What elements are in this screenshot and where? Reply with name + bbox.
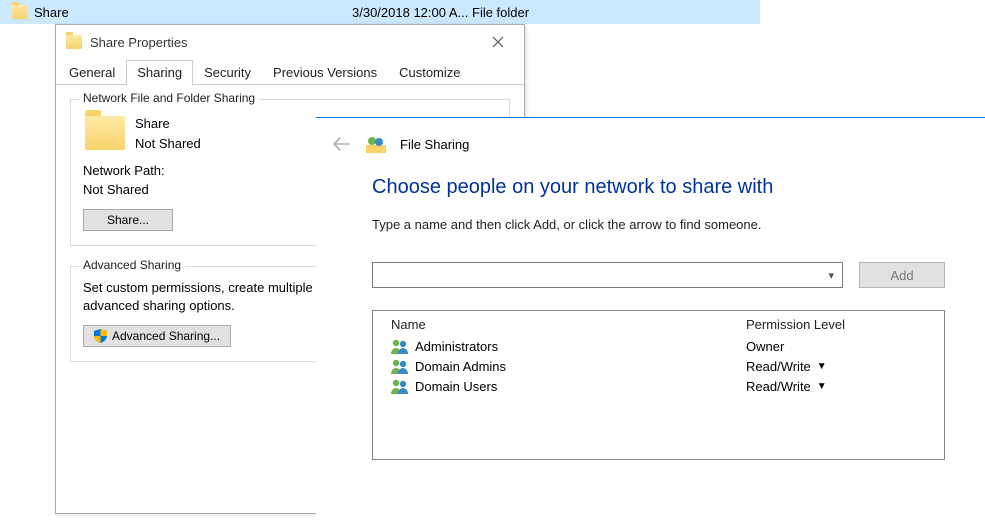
back-button[interactable] [330, 133, 352, 155]
list-header: Name Permission Level [373, 311, 944, 336]
explorer-item-name: Share [34, 5, 69, 20]
explorer-item-type: File folder [472, 5, 529, 20]
permission-level[interactable]: Read/Write ▼ [746, 359, 926, 374]
add-button[interactable]: Add [859, 262, 945, 288]
users-icon [391, 358, 409, 374]
advanced-sharing-button-label: Advanced Sharing... [112, 329, 220, 343]
share-button[interactable]: Share... [83, 209, 173, 231]
list-item[interactable]: Domain Users Read/Write ▼ [373, 376, 944, 396]
wizard-header: File Sharing [316, 118, 985, 170]
group-title: Advanced Sharing [79, 258, 185, 272]
close-button[interactable] [480, 30, 516, 54]
folder-icon [85, 116, 125, 150]
people-combobox[interactable]: ▾ [372, 262, 843, 288]
chevron-down-icon[interactable]: ▼ [817, 381, 827, 392]
list-item[interactable]: Domain Admins Read/Write ▼ [373, 356, 944, 376]
tab-previous-versions[interactable]: Previous Versions [262, 60, 388, 86]
users-icon [391, 338, 409, 354]
tabs: General Sharing Security Previous Versio… [56, 59, 524, 85]
wizard-heading: Choose people on your network to share w… [372, 176, 945, 199]
explorer-item-date: 3/30/2018 12:00 A... [352, 5, 472, 20]
explorer-row[interactable]: Share 3/30/2018 12:00 A... File folder [0, 0, 760, 24]
chevron-down-icon[interactable]: ▼ [817, 361, 827, 372]
users-icon [391, 378, 409, 394]
folder-icon [12, 5, 28, 19]
share-item-status: Not Shared [135, 134, 201, 154]
dialog-title: Share Properties [90, 35, 188, 50]
group-title: Network File and Folder Sharing [79, 91, 259, 105]
tab-customize[interactable]: Customize [388, 60, 471, 86]
chevron-down-icon[interactable]: ▾ [826, 269, 836, 282]
people-list: Name Permission Level Administrators Owne… [372, 310, 945, 460]
tab-general[interactable]: General [58, 60, 126, 86]
share-item-name: Share [135, 114, 201, 134]
folder-icon [66, 35, 82, 49]
column-permission[interactable]: Permission Level [746, 317, 926, 332]
principal-name: Domain Users [415, 379, 497, 394]
advanced-sharing-button[interactable]: Advanced Sharing... [83, 325, 231, 347]
tab-security[interactable]: Security [193, 60, 262, 86]
file-sharing-wizard: File Sharing Choose people on your netwo… [316, 117, 985, 526]
permission-level[interactable]: Read/Write ▼ [746, 379, 926, 394]
tab-sharing[interactable]: Sharing [126, 60, 193, 86]
list-item[interactable]: Administrators Owner [373, 336, 944, 356]
wizard-subheading: Type a name and then click Add, or click… [372, 217, 945, 232]
principal-name: Administrators [415, 339, 498, 354]
wizard-title: File Sharing [400, 137, 469, 152]
shield-icon [94, 329, 107, 343]
file-sharing-icon [366, 135, 386, 153]
principal-name: Domain Admins [415, 359, 506, 374]
back-arrow-icon [332, 137, 350, 151]
column-name[interactable]: Name [391, 317, 746, 332]
people-input[interactable] [379, 268, 826, 283]
titlebar[interactable]: Share Properties [56, 25, 524, 59]
permission-level: Owner [746, 339, 926, 354]
close-icon [492, 36, 504, 48]
